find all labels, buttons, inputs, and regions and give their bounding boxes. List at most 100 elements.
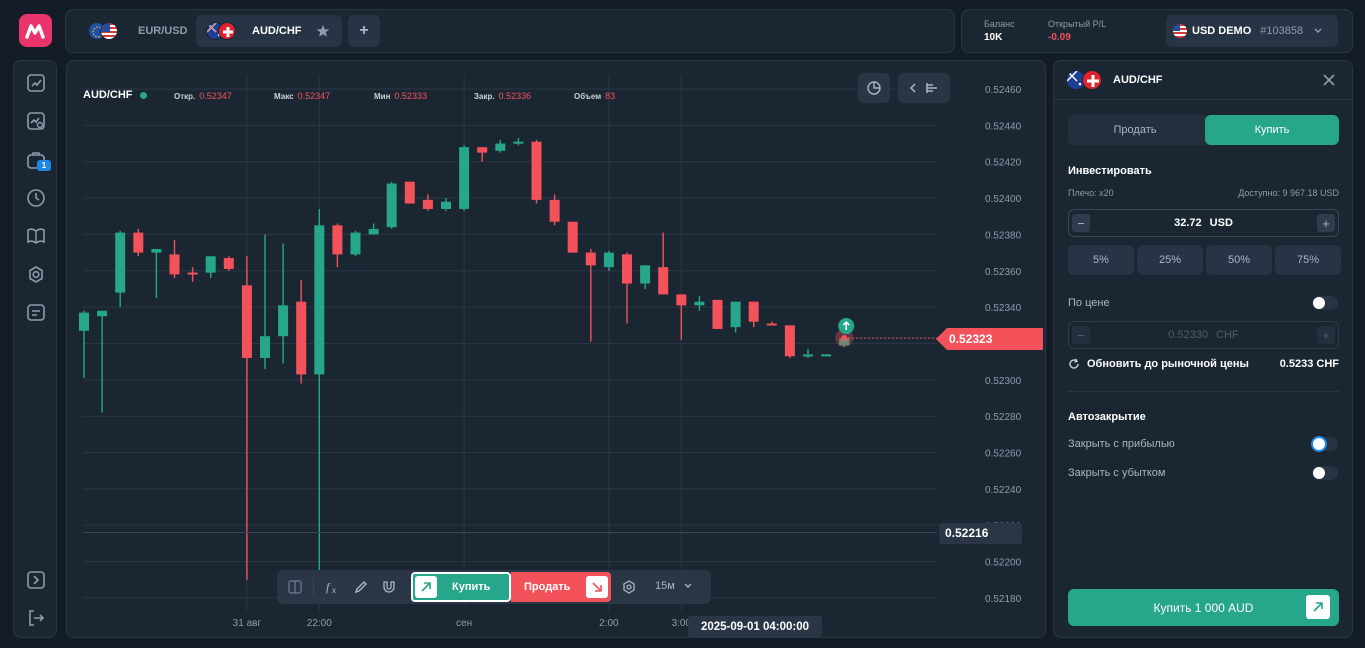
candle-body: [622, 254, 632, 284]
amount-stepper[interactable]: − 32.72 USD +: [1068, 209, 1339, 237]
price-tick-label: 0.52400: [985, 194, 1022, 205]
svg-text:x: x: [332, 586, 336, 595]
percent-25-button[interactable]: 25%: [1137, 245, 1203, 275]
candle-body: [477, 147, 488, 153]
logout-icon[interactable]: [25, 607, 47, 629]
by-price-toggle[interactable]: [1312, 296, 1338, 310]
percent-5-button[interactable]: 5%: [1068, 245, 1134, 275]
tab-eurusd[interactable]: EUR/USD: [78, 15, 188, 47]
market-price-value: 0.5233 CHF: [1279, 358, 1339, 370]
stop-loss-toggle[interactable]: [1312, 466, 1338, 480]
buy-tab[interactable]: Купить: [1205, 115, 1339, 145]
price-value: 0.52330: [1168, 329, 1209, 341]
ohlc-low: Мин 0.52333: [374, 91, 427, 101]
increase-price-button[interactable]: +: [1317, 326, 1335, 344]
percent-50-button[interactable]: 50%: [1206, 245, 1272, 275]
place-buy-order-button[interactable]: Купить 1 000 AUD: [1068, 589, 1339, 626]
ohlc-high: Макс 0.52347: [274, 91, 331, 101]
aud-chf-flags-icon: [206, 21, 242, 41]
candle-body: [314, 225, 325, 375]
close-icon[interactable]: [1323, 74, 1335, 86]
chevron-left-icon: [909, 83, 916, 93]
chevron-down-icon: [684, 583, 692, 588]
chart-type-button[interactable]: [858, 73, 890, 103]
increase-amount-button[interactable]: +: [1317, 214, 1335, 232]
ohlc-close: Закр. 0.52336: [474, 91, 532, 101]
quick-buy-button[interactable]: Купить: [411, 572, 511, 602]
candle-body: [386, 183, 397, 228]
drawing-pen-icon[interactable]: [353, 579, 369, 595]
us-flag-icon: [1173, 24, 1187, 38]
time-tick-label: 31 авг: [233, 618, 262, 629]
chart-panel: 0.52460 0.52440 0.52420 0.52400 0.52380 0.523…: [66, 60, 1046, 638]
star-icon[interactable]: [316, 24, 330, 38]
chevron-down-icon: [1314, 28, 1322, 33]
candle-body: [712, 299, 723, 329]
candle-body: [784, 325, 795, 357]
arrow-down-right-icon: [586, 576, 608, 598]
candle-body: [223, 258, 234, 269]
candlestick-chart[interactable]: 0.52460 0.52440 0.52420 0.52400 0.52380 0.523…: [67, 61, 1046, 638]
candle-body: [531, 141, 542, 200]
market-review-icon[interactable]: [25, 110, 47, 132]
order-book-icon: [926, 83, 937, 93]
quick-buy-label: Купить: [452, 581, 491, 593]
price-tick-label: 0.52460: [985, 85, 1022, 96]
education-book-icon[interactable]: [25, 225, 47, 247]
candle-body: [441, 201, 451, 209]
arrow-up-right-icon: [1306, 595, 1330, 619]
add-tab-button[interactable]: +: [348, 15, 380, 47]
account-name: USD DEMO: [1192, 25, 1252, 37]
percent-75-button[interactable]: 75%: [1275, 245, 1341, 275]
sell-tab[interactable]: Продать: [1068, 115, 1202, 145]
account-selector[interactable]: USD DEMO #103858: [1166, 15, 1338, 47]
candle-body: [187, 272, 198, 275]
price-currency: CHF: [1216, 329, 1239, 341]
candle-body: [278, 305, 289, 337]
candle-body: [640, 265, 651, 284]
candle-body: [368, 228, 379, 235]
amount-display: 32.72 USD: [1069, 217, 1338, 229]
limit-price-stepper[interactable]: − 0.52330 CHF +: [1068, 321, 1339, 349]
candle-body: [169, 254, 180, 275]
candle-body: [205, 256, 216, 273]
order-book-toggle[interactable]: [898, 73, 950, 103]
price-tick-label: 0.52440: [985, 121, 1022, 132]
available-balance: Доступно: 9 967.18 USD: [1238, 188, 1339, 198]
tab-audchf[interactable]: AUD/CHF: [196, 15, 342, 47]
candle-body: [296, 301, 307, 375]
expand-panel-icon[interactable]: [25, 569, 47, 591]
take-profit-toggle[interactable]: [1312, 437, 1338, 451]
indicators-fx-icon[interactable]: fx: [325, 579, 341, 595]
app-logo[interactable]: [19, 14, 52, 47]
price-tick-label: 0.52240: [985, 485, 1022, 496]
chart-analytics-icon[interactable]: [25, 72, 47, 94]
update-market-price-link[interactable]: Обновить до рыночной цены: [1087, 358, 1249, 370]
price-display: 0.52330 CHF: [1069, 329, 1338, 341]
price-tick-label: 0.52280: [985, 412, 1022, 423]
side-switch: Продать Купить: [1068, 115, 1339, 145]
price-tick-label: 0.52380: [985, 230, 1022, 241]
quick-sell-button[interactable]: Продать: [511, 572, 611, 602]
trade-symbol: AUD/CHF: [1113, 74, 1163, 86]
candle-body: [658, 267, 669, 295]
layout-icon[interactable]: [287, 579, 303, 595]
magnet-icon[interactable]: [381, 579, 397, 595]
price-tick-label: 0.52180: [985, 594, 1022, 605]
support-chat-icon[interactable]: [25, 301, 47, 323]
candle-body: [676, 294, 687, 306]
aud-chf-flags-icon: [1066, 70, 1104, 92]
amount-value: 32.72: [1174, 217, 1202, 229]
crosshair-price-label: 0.52216: [939, 523, 1022, 544]
refresh-icon[interactable]: [1068, 358, 1080, 370]
candle-body: [422, 199, 433, 209]
timeframe-select[interactable]: 15м: [655, 580, 692, 592]
candle-body: [585, 252, 596, 266]
amount-currency: USD: [1209, 217, 1233, 229]
price-tick-label: 0.52260: [985, 449, 1022, 460]
settings-gear-icon[interactable]: [25, 264, 47, 286]
time-tick-label: 22:00: [307, 618, 332, 629]
time-tick-label: 2:00: [599, 618, 619, 629]
chart-settings-icon[interactable]: [621, 579, 637, 595]
history-clock-icon[interactable]: [25, 187, 47, 209]
